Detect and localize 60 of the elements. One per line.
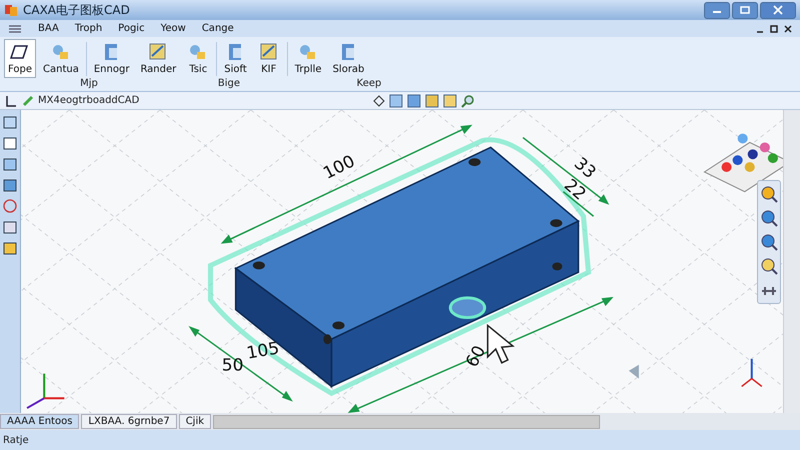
close-icon	[773, 5, 783, 15]
model-tab[interactable]: AAAA Entoos	[0, 414, 80, 429]
ribbon-button[interactable]: Rander	[136, 39, 180, 78]
ribbon-button[interactable]: Cantua	[39, 39, 83, 78]
diamond-icon[interactable]	[373, 94, 386, 106]
view-tool-icon[interactable]	[389, 94, 404, 108]
close-button[interactable]	[760, 2, 796, 18]
restore-icon[interactable]	[770, 24, 778, 32]
dimension-label: 50	[222, 354, 244, 375]
window-title: CAXA电子图板CAD	[23, 2, 130, 18]
app-logo-icon	[4, 3, 18, 17]
dimension-label: 100	[320, 150, 358, 183]
maximize-icon	[740, 6, 750, 14]
view-tool-icon[interactable]	[443, 94, 458, 108]
ribbon-group-label: Keep	[356, 78, 382, 89]
status-text: Ratje	[3, 434, 29, 446]
view-tool-icon[interactable]	[760, 257, 778, 275]
ribbon-group-label: Mjp	[79, 78, 99, 89]
ribbon-button[interactable]: Tsic	[183, 39, 214, 78]
view-tool-icon[interactable]	[760, 209, 778, 227]
model-tab[interactable]: LXBAA. 6grnbe7	[81, 414, 177, 429]
ribbon-button[interactable]: Ennogr	[90, 39, 134, 78]
view-tool-icon[interactable]	[760, 233, 778, 251]
dimension-label: 105	[245, 338, 281, 363]
model-tab[interactable]: Cjik	[178, 414, 212, 429]
tool-icon[interactable]	[2, 156, 18, 172]
horizontal-scrollbar[interactable]	[213, 414, 600, 428]
search-icon[interactable]	[461, 94, 476, 108]
ribbon-button[interactable]: Fope	[4, 39, 36, 78]
tool-icon[interactable]	[2, 135, 18, 151]
menu-item[interactable]: Cange	[202, 23, 234, 34]
view-tool-icon[interactable]	[425, 94, 440, 108]
tool-icon[interactable]	[2, 240, 18, 256]
pencil-icon	[22, 94, 34, 106]
view-tool-icon[interactable]	[407, 94, 422, 108]
tool-icon[interactable]	[2, 219, 18, 235]
menu-item[interactable]: Troph	[74, 23, 102, 34]
maximize-button[interactable]	[732, 2, 758, 18]
minimize-button[interactable]	[704, 2, 730, 18]
document-title[interactable]: MX4eogtrboaddCAD	[38, 95, 140, 106]
menu-icon[interactable]	[8, 24, 22, 34]
triangle-marker-icon	[628, 364, 639, 379]
ribbon-button[interactable]: Slorab	[328, 39, 368, 78]
menu-item[interactable]: BAA	[38, 23, 59, 34]
vertical-scrollbar[interactable]	[783, 110, 800, 413]
ribbon-button[interactable]: KIF	[254, 39, 284, 78]
ribbon-button[interactable]: Trplle	[290, 39, 326, 78]
dimension-label: 60	[461, 342, 490, 370]
tool-icon[interactable]	[2, 114, 18, 130]
view-tool-icon[interactable]	[760, 185, 778, 203]
close-icon[interactable]	[784, 24, 792, 32]
cursor-arrow-icon	[486, 324, 515, 364]
arrow-tool-icon[interactable]	[4, 94, 18, 108]
ribbon-button[interactable]: Sioft	[220, 39, 251, 78]
axis-triad-icon	[741, 358, 762, 388]
tool-icon[interactable]	[2, 177, 18, 193]
ribbon-group-label: Bige	[216, 78, 242, 89]
axis-triad-icon	[26, 374, 64, 409]
menu-item[interactable]: Yeow	[160, 23, 186, 34]
menu-item[interactable]: Pogic	[118, 23, 145, 34]
